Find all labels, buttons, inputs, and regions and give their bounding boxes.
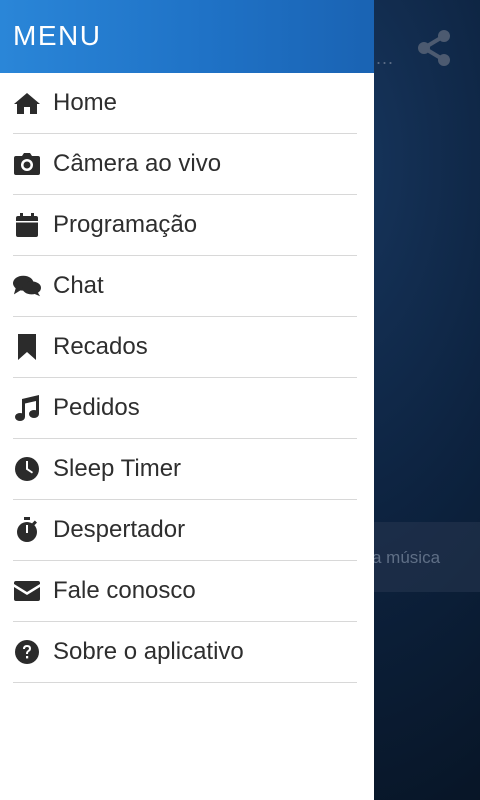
menu-item-label: Recados bbox=[53, 333, 148, 360]
music-note-icon bbox=[13, 394, 41, 422]
more-dots: ... bbox=[376, 48, 395, 68]
bookmark-icon bbox=[13, 333, 41, 361]
camera-icon bbox=[13, 150, 41, 178]
menu-item-chat[interactable]: Chat bbox=[13, 256, 357, 317]
menu-item-label: Chat bbox=[53, 272, 104, 299]
menu-item-label: Câmera ao vivo bbox=[53, 150, 222, 177]
calendar-icon bbox=[13, 211, 41, 239]
clock-icon bbox=[13, 455, 41, 483]
menu-item-label: Sleep Timer bbox=[53, 455, 182, 482]
menu-item-label: Sobre o aplicativo bbox=[53, 638, 244, 665]
menu-item-despertador[interactable]: Despertador bbox=[13, 500, 357, 561]
menu-item-fale-conosco[interactable]: Fale conosco bbox=[13, 561, 357, 622]
stopwatch-icon bbox=[13, 516, 41, 544]
navigation-drawer: MENU Home Câmera ao vivo Programação Cha… bbox=[0, 0, 374, 800]
menu-item-label: Pedidos bbox=[53, 394, 140, 421]
menu-item-programacao[interactable]: Programação bbox=[13, 195, 357, 256]
menu-list: Home Câmera ao vivo Programação Chat Rec… bbox=[0, 73, 374, 683]
menu-item-sobre[interactable]: Sobre o aplicativo bbox=[13, 622, 357, 683]
menu-item-label: Home bbox=[53, 89, 118, 116]
menu-item-home[interactable]: Home bbox=[13, 73, 357, 134]
menu-item-recados[interactable]: Recados bbox=[13, 317, 357, 378]
menu-item-camera[interactable]: Câmera ao vivo bbox=[13, 134, 357, 195]
home-icon bbox=[13, 89, 41, 117]
background-partial-text: a música bbox=[372, 548, 441, 567]
menu-item-pedidos[interactable]: Pedidos bbox=[13, 378, 357, 439]
share-icon[interactable] bbox=[414, 28, 454, 68]
envelope-icon bbox=[13, 577, 41, 605]
drawer-header: MENU bbox=[0, 0, 374, 73]
menu-item-label: Programação bbox=[53, 211, 198, 238]
menu-item-label: Despertador bbox=[53, 516, 186, 543]
question-circle-icon bbox=[13, 638, 41, 666]
menu-item-sleep-timer[interactable]: Sleep Timer bbox=[13, 439, 357, 500]
chat-icon bbox=[13, 272, 41, 300]
menu-item-label: Fale conosco bbox=[53, 577, 196, 604]
menu-title: MENU bbox=[13, 20, 102, 51]
